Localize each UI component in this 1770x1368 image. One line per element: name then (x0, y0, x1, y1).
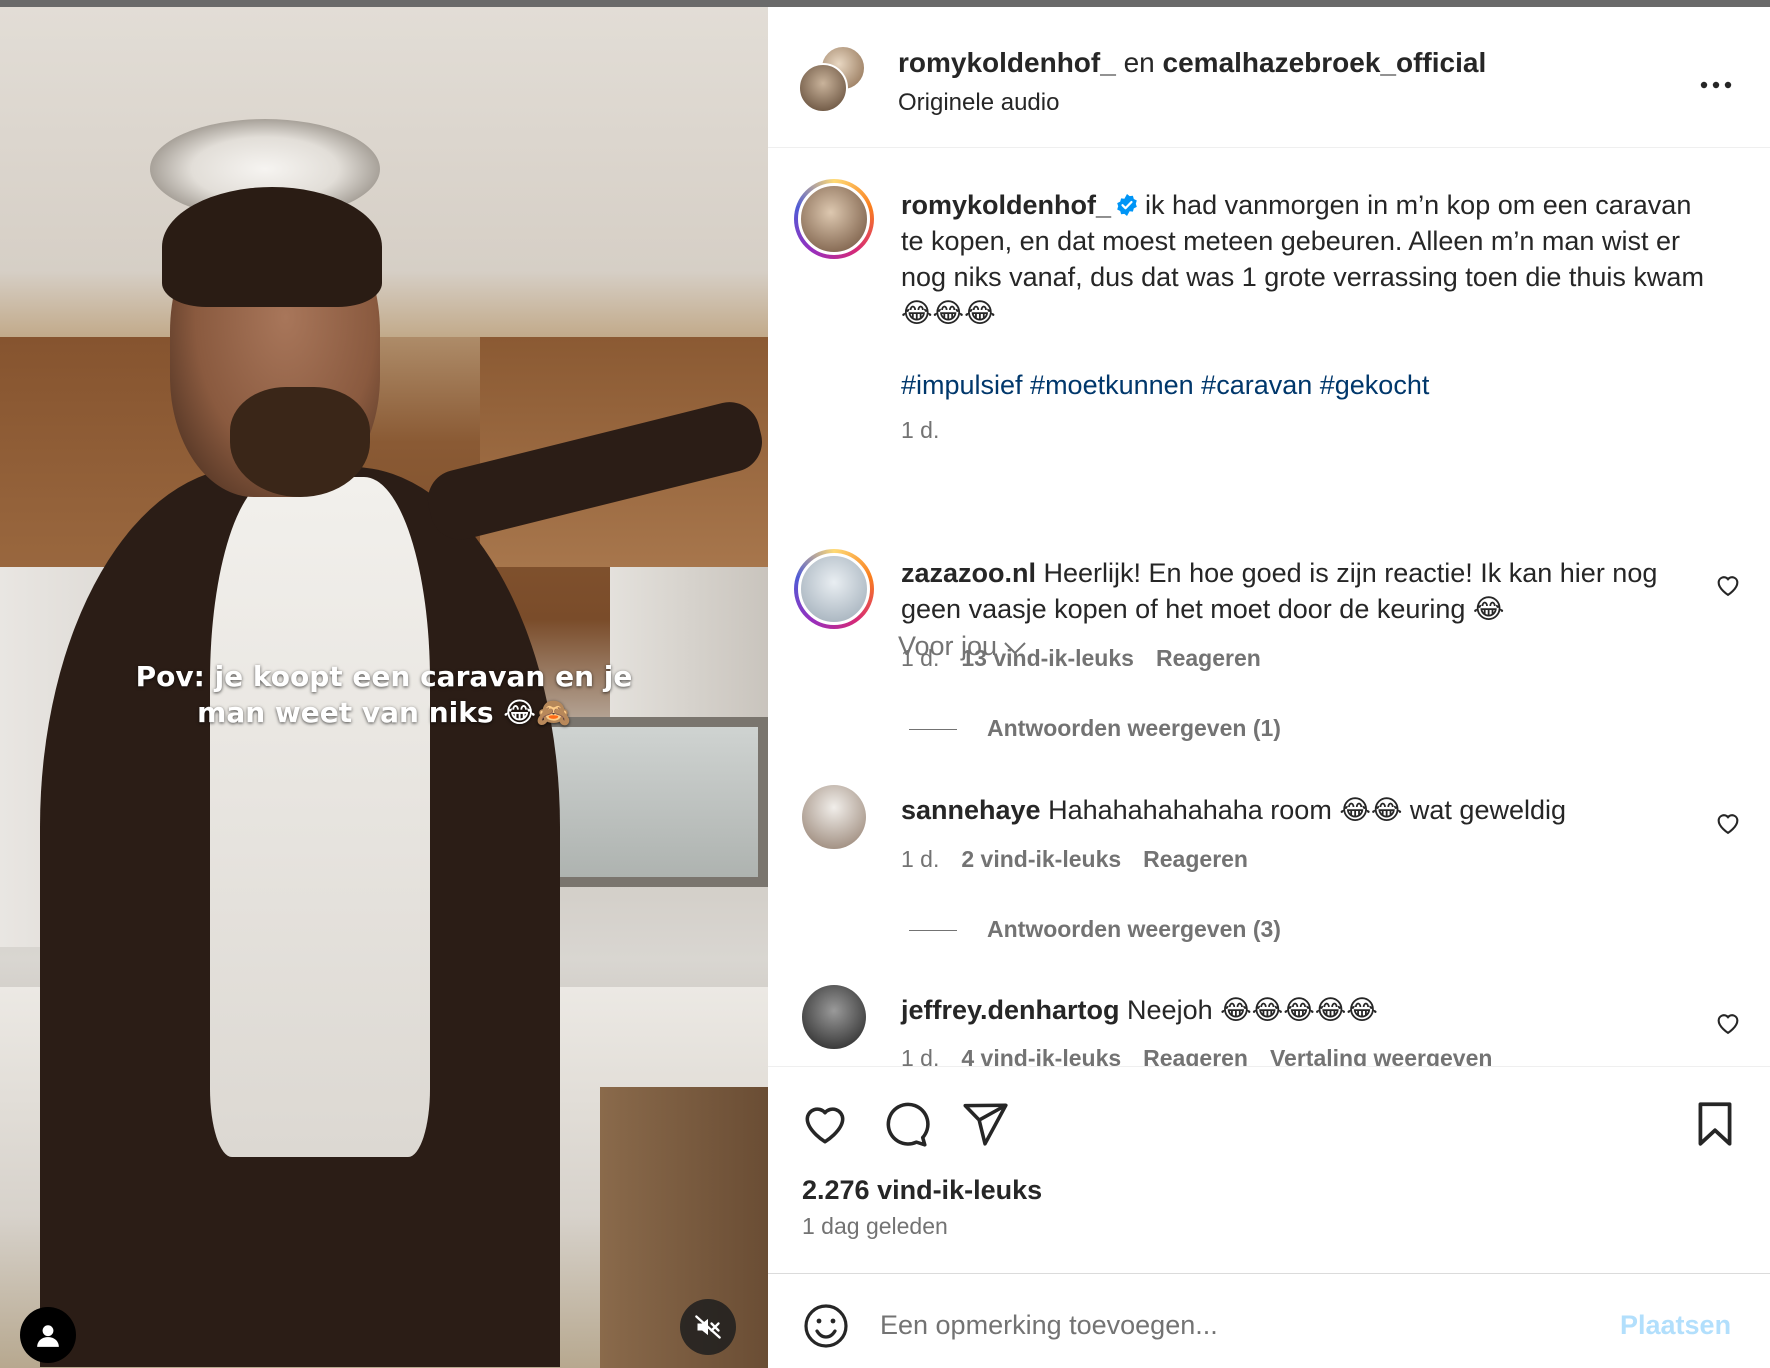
video-person-shirt (210, 477, 430, 1157)
comments-section[interactable]: romykoldenhof_ ik had vanmorgen in m’n ko… (768, 149, 1770, 1066)
comment-like-icon[interactable] (1714, 809, 1742, 837)
translate-button[interactable]: Vertaling weergeven (1270, 1045, 1492, 1066)
emoji-icon[interactable] (802, 1302, 850, 1350)
post-comment-button[interactable]: Plaatsen (1620, 1310, 1731, 1341)
video-caption-line1: Pov: je koopt een caravan en je (135, 660, 633, 693)
post-actions: 2.276 vind-ik-leuks 1 dag geleden (768, 1066, 1770, 1239)
post-timestamp[interactable]: 1 dag geleden (802, 1213, 948, 1240)
post-panel: romykoldenhof_ en cemalhazebroek_officia… (768, 7, 1770, 1368)
author-connector: en (1123, 47, 1155, 78)
heart-icon[interactable] (800, 1099, 850, 1149)
reply-line (909, 729, 957, 731)
comment-text: Neejoh 😂😂😂😂😂 (1127, 995, 1378, 1025)
like-count[interactable]: 2.276 vind-ik-leuks (802, 1175, 1042, 1206)
comment-avatar[interactable] (802, 985, 866, 1049)
collab-avatars[interactable] (798, 45, 866, 113)
post-caption: romykoldenhof_ ik had vanmorgen in m’n ko… (901, 187, 1721, 331)
comment-likes[interactable]: 13 vind-ik-leuks (961, 645, 1134, 671)
caption-hashtags[interactable]: #impulsief #moetkunnen #caravan #gekocht (901, 367, 1721, 403)
video-caption-overlay: Pov: je koopt een caravan en je man weet… (0, 659, 768, 731)
verified-badge-icon (1117, 194, 1137, 216)
comment-like-icon[interactable] (1714, 571, 1742, 599)
avatar (798, 553, 870, 625)
comment-avatar[interactable] (802, 785, 866, 849)
reply-line (909, 930, 957, 932)
comment-input[interactable] (880, 1300, 1580, 1350)
comment-likes[interactable]: 4 vind-ik-leuks (961, 1045, 1121, 1066)
view-replies-button[interactable]: Antwoorden weergeven (1) (909, 715, 1281, 742)
comment-icon[interactable] (880, 1099, 930, 1149)
video-ceiling (0, 7, 768, 337)
comment-time[interactable]: 1 d. (901, 846, 939, 872)
avatar (798, 63, 848, 113)
video-person-hair (162, 187, 382, 307)
bookmark-icon[interactable] (1690, 1099, 1740, 1149)
comment-3: jeffrey.denhartog Neejoh 😂😂😂😂😂 (901, 992, 1691, 1028)
post-authors: romykoldenhof_ en cemalhazebroek_officia… (898, 47, 1486, 79)
comment-text: Hahahahahahaha room 😂😂 wat geweldig (1048, 795, 1567, 825)
video-person-beard (230, 387, 370, 497)
more-options-button[interactable] (1696, 65, 1736, 105)
post-header: romykoldenhof_ en cemalhazebroek_officia… (768, 7, 1770, 148)
view-replies-label: Antwoorden weergeven (1) (987, 715, 1281, 741)
caption-username[interactable]: romykoldenhof_ (901, 190, 1111, 220)
avatar (798, 183, 870, 255)
send-icon[interactable] (960, 1099, 1010, 1149)
comment-1: zazazoo.nl Heerlijk! En hoe goed is zijn… (901, 555, 1691, 627)
audio-link[interactable]: Originele audio (898, 89, 1059, 117)
comment-username[interactable]: sannehaye (901, 795, 1041, 825)
reply-button[interactable]: Reageren (1143, 846, 1248, 872)
caption-avatar[interactable] (794, 179, 874, 259)
author-link-1[interactable]: romykoldenhof_ (898, 47, 1116, 78)
reply-button[interactable]: Reageren (1143, 1045, 1248, 1066)
comment-avatar[interactable] (794, 549, 874, 629)
tagged-users-button[interactable] (20, 1307, 76, 1363)
comment-2: sannehaye Hahahahahahaha room 😂😂 wat gew… (901, 792, 1691, 828)
add-comment-bar: Plaatsen (768, 1273, 1770, 1368)
view-replies-button[interactable]: Antwoorden weergeven (3) (909, 916, 1281, 943)
more-horizontal-icon (1700, 81, 1732, 89)
view-replies-label: Antwoorden weergeven (3) (987, 916, 1281, 942)
comment-time[interactable]: 1 d. (901, 645, 939, 671)
comment-time[interactable]: 1 d. (901, 1045, 939, 1066)
reel-video[interactable]: Pov: je koopt een caravan en je man weet… (0, 7, 768, 1368)
comment-meta: 1 d. 13 vind-ik-leuks Reageren (901, 645, 1261, 672)
speaker-muted-icon (695, 1315, 721, 1339)
comment-username[interactable]: jeffrey.denhartog (901, 995, 1120, 1025)
reply-button[interactable]: Reageren (1156, 645, 1261, 671)
comment-like-icon[interactable] (1714, 1009, 1742, 1037)
caption-time[interactable]: 1 d. (901, 417, 939, 444)
author-link-2[interactable]: cemalhazebroek_official (1163, 47, 1487, 78)
comment-username[interactable]: zazazoo.nl (901, 558, 1036, 588)
top-strip (0, 0, 1770, 7)
comment-likes[interactable]: 2 vind-ik-leuks (961, 846, 1121, 872)
user-icon (37, 1325, 59, 1347)
comment-meta: 1 d. 2 vind-ik-leuks Reageren (901, 846, 1248, 873)
mute-button[interactable] (680, 1299, 736, 1355)
comment-meta: 1 d. 4 vind-ik-leuks Reageren Vertaling wee… (901, 1045, 1492, 1066)
video-caption-line2: man weet van niks 😂🙈 (197, 696, 571, 729)
